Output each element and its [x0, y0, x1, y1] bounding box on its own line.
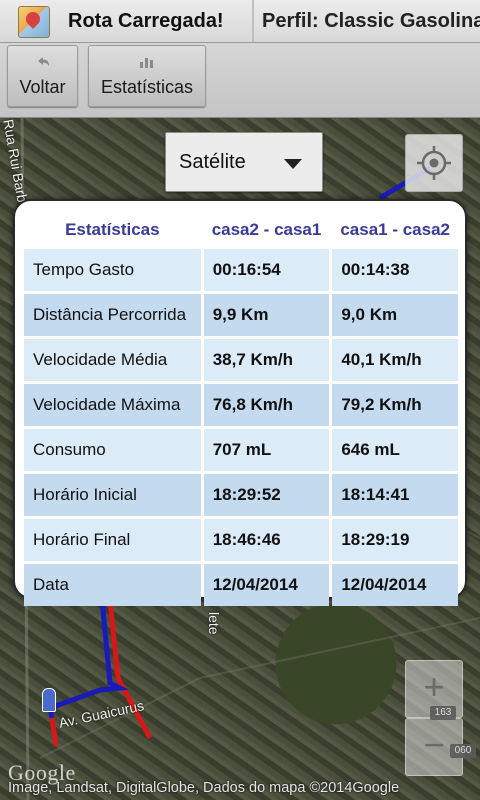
table-row: Data 12/04/2014 12/04/2014 [24, 564, 458, 606]
table-row: Horário Final 18:46:46 18:29:19 [24, 519, 458, 561]
toolbar: Voltar Estatísticas [0, 43, 480, 118]
route-2-value: 646 mL [332, 429, 458, 471]
route-2-value: 40,1 Km/h [332, 339, 458, 381]
statistics-table: Estatísticas casa2 - casa1 casa1 - casa2… [21, 211, 461, 609]
street-label: lete [206, 612, 222, 635]
route-2-value: 18:29:19 [332, 519, 458, 561]
statistics-dialog: Estatísticas casa2 - casa1 casa1 - casa2… [13, 199, 467, 606]
title-bar: Rota Carregada! Perfil: Classic Gasolina [0, 0, 480, 43]
statistics-button-label: Estatísticas [100, 77, 194, 97]
table-row: Tempo Gasto 00:16:54 00:14:38 [24, 249, 458, 291]
route-2-value: 00:14:38 [332, 249, 458, 291]
title-divider [252, 0, 254, 42]
column-header-route-1: casa2 - casa1 [211, 220, 322, 239]
table-header-row: Estatísticas casa2 - casa1 casa1 - casa2 [24, 214, 458, 246]
route-start-pin-icon[interactable] [42, 688, 56, 712]
route-2-value: 79,2 Km/h [332, 384, 458, 426]
my-location-button[interactable] [405, 134, 463, 192]
row-label: Data [24, 564, 201, 606]
route-1-value: 18:46:46 [203, 519, 330, 561]
route-2-value: 12/04/2014 [332, 564, 458, 606]
map-attribution: Image, Landsat, DigitalGlobe, Dados do m… [8, 780, 400, 796]
route-1-value: 707 mL [203, 429, 330, 471]
app-title: Rota Carregada! [68, 10, 224, 32]
back-button[interactable]: Voltar [7, 45, 78, 107]
back-button-label: Voltar [19, 77, 66, 97]
row-label: Horário Final [24, 519, 201, 561]
row-label: Horário Inicial [24, 474, 201, 516]
route-1-value: 9,9 Km [203, 294, 330, 336]
table-row: Distância Percorrida 9,9 Km 9,0 Km [24, 294, 458, 336]
app-icon [18, 6, 50, 38]
map-type-value: Satélite [179, 151, 246, 173]
row-label: Consumo [24, 429, 201, 471]
crosshair-icon [417, 146, 451, 180]
column-header-route-2: casa1 - casa2 [340, 220, 450, 239]
table-row: Consumo 707 mL 646 mL [24, 429, 458, 471]
route-2-value: 9,0 Km [332, 294, 458, 336]
route-1-value: 18:29:52 [203, 474, 330, 516]
bar-chart-icon [89, 55, 205, 75]
statistics-button[interactable]: Estatísticas [88, 45, 206, 107]
map-type-select[interactable]: Satélite [165, 132, 323, 192]
row-label: Velocidade Média [24, 339, 201, 381]
back-arrow-icon [8, 55, 77, 75]
route-1-value: 12/04/2014 [203, 564, 330, 606]
table-row: Velocidade Máxima 76,8 Km/h 79,2 Km/h [24, 384, 458, 426]
row-label: Distância Percorrida [24, 294, 201, 336]
road-badge: 163 [430, 706, 456, 720]
profile-label: Perfil: Classic Gasolina [262, 10, 480, 32]
table-row: Velocidade Média 38,7 Km/h 40,1 Km/h [24, 339, 458, 381]
table-row: Horário Inicial 18:29:52 18:14:41 [24, 474, 458, 516]
route-2-value: 18:14:41 [332, 474, 458, 516]
row-label: Velocidade Máxima [24, 384, 201, 426]
route-1-value: 38,7 Km/h [203, 339, 330, 381]
dropdown-arrow-icon [284, 159, 302, 169]
column-header-statistics: Estatísticas [65, 220, 160, 239]
road-badge: 060 [450, 744, 476, 758]
route-1-value: 00:16:54 [203, 249, 330, 291]
route-1-value: 76,8 Km/h [203, 384, 330, 426]
row-label: Tempo Gasto [24, 249, 201, 291]
